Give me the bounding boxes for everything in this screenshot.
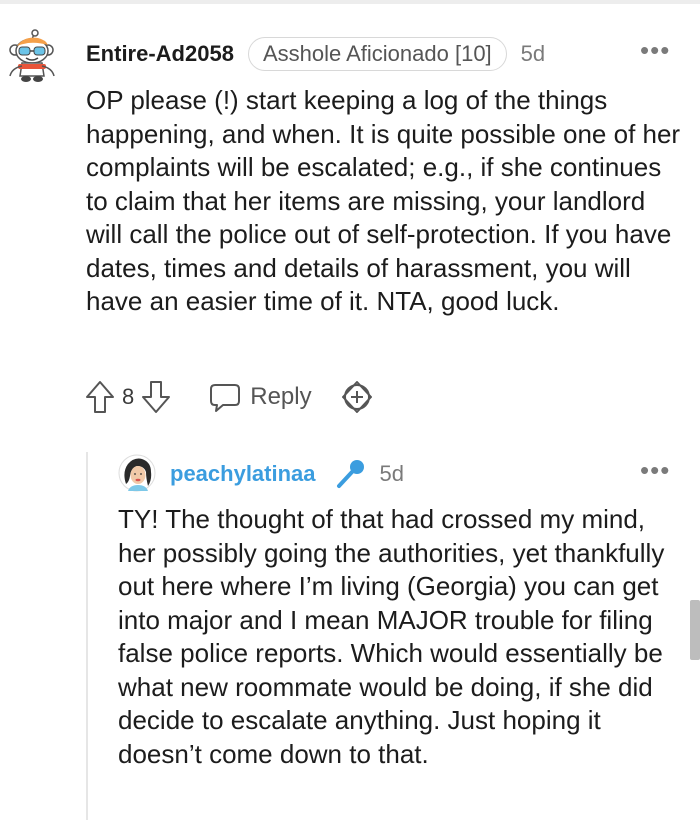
award-plus-icon — [341, 381, 372, 413]
comment-username[interactable]: peachylatinaa — [170, 461, 316, 487]
comment-header: peachylatinaa 5d — [170, 456, 404, 492]
more-options-icon[interactable]: ••• — [640, 457, 670, 483]
reply-button[interactable]: Reply — [208, 381, 312, 413]
award-button[interactable] — [340, 380, 374, 414]
downvote-arrow-icon[interactable] — [140, 379, 172, 415]
comment-actions: 8 Reply — [84, 377, 374, 417]
thread-line[interactable] — [86, 452, 88, 820]
top-divider — [0, 0, 700, 4]
comment-timestamp: 5d — [520, 41, 546, 66]
upvote-arrow-icon[interactable] — [84, 379, 116, 415]
user-avatar-icon[interactable] — [118, 454, 156, 492]
comment-header: Entire-Ad2058 Asshole Aficionado [10] 5d — [86, 36, 545, 72]
comment-body: OP please (!) start keeping a log of the… — [86, 85, 681, 316]
snoo-avatar-icon[interactable] — [4, 28, 60, 84]
comment-timestamp: 5d — [379, 461, 404, 486]
comment-username[interactable]: Entire-Ad2058 — [86, 41, 234, 67]
scrollbar-thumb[interactable] — [690, 600, 700, 660]
speech-bubble-icon — [210, 384, 241, 412]
vote-count: 8 — [122, 384, 135, 409]
comment-body: TY! The thought of that had crossed my m… — [118, 504, 665, 769]
user-flair: Asshole Aficionado [10] — [247, 37, 507, 71]
more-options-icon[interactable]: ••• — [640, 37, 670, 63]
reply-label: Reply — [250, 383, 312, 410]
microphone-icon — [334, 458, 366, 490]
